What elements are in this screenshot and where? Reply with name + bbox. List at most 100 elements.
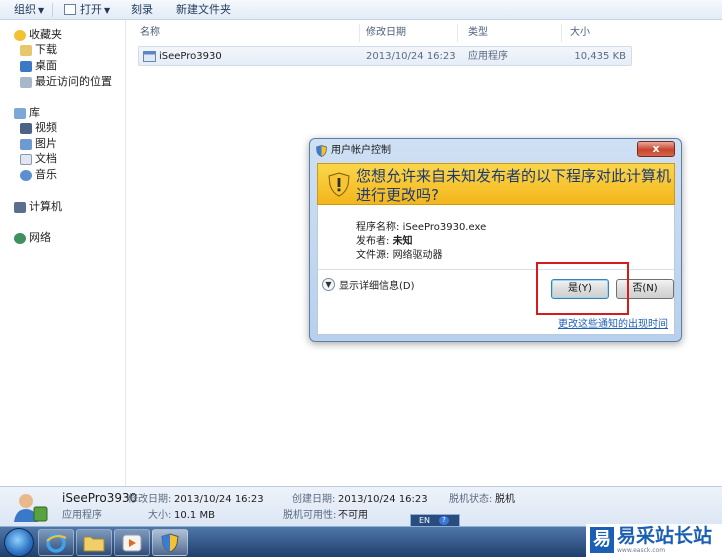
taskbar-uac[interactable]	[152, 529, 188, 556]
close-icon: x	[652, 142, 660, 155]
program-name-label: 程序名称:	[356, 222, 400, 233]
nav-recent[interactable]: 最近访问的位置	[20, 75, 112, 89]
desktop-icon	[20, 60, 32, 72]
nav-favorites-label: 收藏夹	[29, 28, 62, 41]
new-folder-button[interactable]: 新建文件夹	[176, 2, 231, 18]
music-icon	[20, 169, 32, 181]
details-offline-status-value: 脱机	[495, 494, 515, 505]
network-icon	[14, 232, 26, 244]
warning-shield-icon	[328, 172, 350, 197]
nav-documents[interactable]: 文档	[20, 152, 57, 166]
change-notifications-link[interactable]: 更改这些通知的出现时间	[558, 315, 668, 330]
taskbar-explorer[interactable]	[76, 529, 112, 556]
documents-icon	[20, 153, 32, 165]
details-pane: iSeePro3930 应用程序 修改日期: 2013/10/24 16:23 …	[0, 486, 722, 526]
open-label: 打开	[80, 3, 102, 16]
application-icon	[143, 51, 156, 62]
application-large-icon	[14, 494, 48, 522]
file-origin-row: 文件源: 网络驱动器	[356, 249, 443, 262]
uac-shield-icon	[161, 532, 179, 553]
nav-desktop-label: 桌面	[35, 59, 57, 72]
details-file-type: 应用程序	[62, 510, 102, 521]
details-size-value: 10.1 MB	[174, 510, 215, 521]
watermark-text: 易采站长站	[617, 525, 713, 547]
nav-downloads-label: 下载	[35, 43, 57, 56]
details-modified-value: 2013/10/24 16:23	[174, 494, 264, 505]
caret-down-icon: ▼	[38, 6, 45, 15]
computer-icon	[14, 201, 26, 213]
uac-shield-icon	[316, 145, 327, 157]
details-offline-avail-value: 不可用	[338, 510, 368, 521]
chevron-down-icon: ▼	[322, 278, 335, 291]
details-created-value: 2013/10/24 16:23	[338, 494, 428, 505]
nav-videos[interactable]: 视频	[20, 121, 57, 135]
file-origin-label: 文件源:	[356, 250, 390, 261]
nav-recent-label: 最近访问的位置	[35, 75, 112, 88]
column-header-type[interactable]: 类型	[454, 24, 562, 42]
nav-network[interactable]: 网络	[14, 231, 51, 245]
nav-downloads[interactable]: 下载	[20, 43, 57, 57]
nav-music[interactable]: 音乐	[20, 168, 57, 182]
navigation-pane: 收藏夹 下载 桌面 最近访问的位置 库 视频 图片 文档 音乐 计算机 网络	[0, 20, 126, 486]
command-bar: 组织 ▼ 打开 ▼ 刻录 新建文件夹	[0, 0, 722, 20]
nav-libraries[interactable]: 库	[14, 106, 40, 120]
file-modified: 2013/10/24 16:23	[366, 51, 456, 62]
close-button[interactable]: x	[637, 141, 675, 157]
nav-desktop[interactable]: 桌面	[20, 59, 57, 73]
column-header-size[interactable]: 大小	[556, 24, 636, 42]
nav-favorites[interactable]: 收藏夹	[14, 28, 62, 42]
toolbar-divider	[52, 3, 53, 17]
watermark: 易 易采站长站 www.easck.com	[586, 524, 722, 557]
nav-network-label: 网络	[29, 231, 51, 244]
dialog-question: 您想允许来自未知发布者的以下程序对此计算机进行更改吗?	[356, 167, 672, 204]
dialog-title: 用户帐户控制	[331, 145, 391, 156]
program-name-row: 程序名称: iSeePro3930.exe	[356, 221, 486, 234]
organize-label: 组织	[14, 3, 36, 16]
taskbar-internet-explorer[interactable]	[38, 529, 74, 556]
file-type: 应用程序	[468, 51, 508, 62]
nav-computer[interactable]: 计算机	[14, 200, 62, 214]
start-button[interactable]	[4, 528, 34, 557]
internet-explorer-icon	[46, 532, 67, 553]
taskbar-media-player[interactable]	[114, 529, 150, 556]
publisher-value: 未知	[392, 236, 413, 247]
highlight-box	[536, 262, 629, 315]
organize-menu[interactable]: 组织 ▼	[14, 2, 44, 19]
column-header-name[interactable]: 名称	[126, 24, 360, 42]
program-name-value: iSeePro3930.exe	[402, 222, 487, 233]
library-icon	[14, 107, 26, 119]
recent-places-icon	[20, 76, 32, 88]
nav-videos-label: 视频	[35, 121, 57, 134]
nav-pictures-label: 图片	[35, 137, 57, 150]
nav-libraries-label: 库	[29, 106, 40, 119]
star-icon	[14, 29, 26, 41]
watermark-logo: 易	[590, 527, 614, 553]
details-size-label: 大小:	[148, 510, 172, 521]
language-indicator: EN	[419, 516, 431, 525]
nav-music-label: 音乐	[35, 168, 57, 181]
watermark-url: www.easck.com	[617, 547, 666, 554]
nav-computer-label: 计算机	[29, 200, 62, 213]
file-origin-value: 网络驱动器	[392, 250, 443, 261]
burn-button[interactable]: 刻录	[131, 2, 153, 18]
publisher-row: 发布者: 未知	[356, 235, 413, 248]
details-created-label: 创建日期:	[292, 494, 336, 505]
file-row[interactable]: iSeePro3930 2013/10/24 16:23 应用程序 10,435…	[138, 46, 632, 66]
show-details-label: 显示详细信息(D)	[339, 281, 415, 292]
folder-icon	[83, 536, 105, 551]
downloads-folder-icon	[20, 44, 32, 56]
dialog-body: 程序名称: iSeePro3930.exe 发布者: 未知 文件源: 网络驱动器…	[317, 205, 675, 335]
nav-documents-label: 文档	[35, 152, 57, 165]
publisher-label: 发布者:	[356, 236, 390, 247]
open-button[interactable]: 打开 ▼	[64, 2, 110, 19]
details-modified-label: 修改日期:	[128, 494, 172, 505]
pictures-icon	[20, 138, 32, 150]
warning-banner: 您想允许来自未知发布者的以下程序对此计算机进行更改吗?	[317, 163, 675, 205]
help-icon: ?	[439, 516, 449, 525]
details-offline-avail-label: 脱机可用性:	[283, 510, 337, 521]
media-player-icon	[122, 534, 142, 551]
column-header-modified[interactable]: 修改日期	[352, 24, 458, 42]
nav-pictures[interactable]: 图片	[20, 137, 57, 151]
show-details-toggle[interactable]: ▼ 显示详细信息(D)	[322, 277, 415, 292]
details-file-name: iSeePro3930	[62, 491, 138, 505]
